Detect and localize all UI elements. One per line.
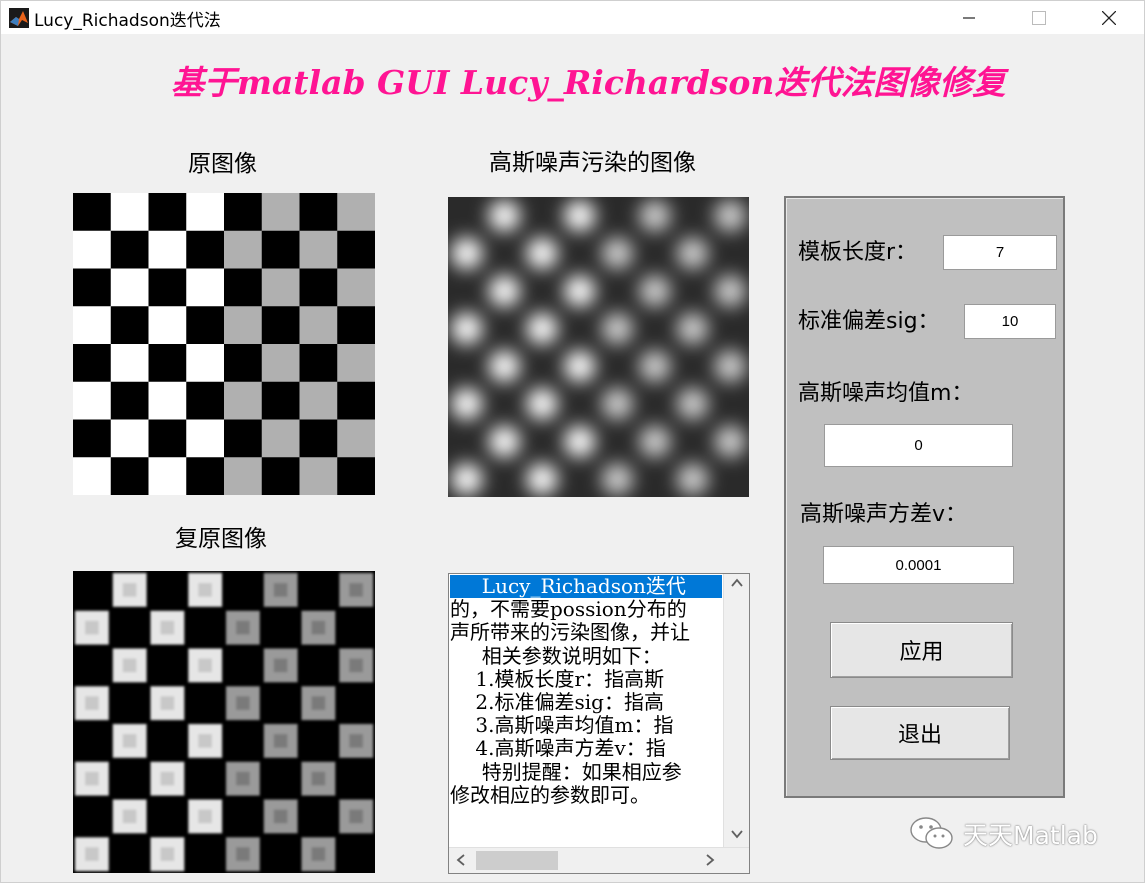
horizontal-scrollbar[interactable] [449, 847, 749, 873]
matlab-logo-icon [9, 8, 29, 28]
scroll-left-icon[interactable] [456, 854, 466, 870]
chevron-down-icon [731, 830, 743, 839]
listbox-line[interactable]: 4.高斯噪声方差v：指 [450, 737, 722, 760]
noise-var-input[interactable]: 0.0001 [823, 546, 1014, 584]
maximize-icon [1032, 10, 1046, 25]
listbox-line[interactable]: 3.高斯噪声均值m：指 [450, 713, 722, 737]
listbox-content: Lucy_Richadson迭代 的，不需要possion分布的 声所带来的污染图像… [450, 575, 722, 847]
exit-button[interactable]: 退出 [830, 706, 1010, 760]
close-button[interactable] [1086, 1, 1132, 34]
listbox-line[interactable]: 2.标准偏差sig：指高 [450, 690, 722, 714]
scroll-right-icon[interactable] [705, 854, 715, 870]
template-length-label: 模板长度r： [798, 240, 918, 265]
scroll-up-icon[interactable] [731, 576, 743, 592]
noisy-image-label: 高斯噪声污染的图像 [489, 150, 696, 176]
noisy-image [448, 197, 749, 497]
vertical-scrollbar[interactable] [723, 574, 749, 849]
noise-var-label: 高斯噪声方差v： [800, 502, 968, 527]
scroll-down-icon[interactable] [731, 827, 743, 843]
apply-button[interactable]: 应用 [830, 622, 1013, 678]
app-window: Lucy_Richadson迭代法 基于matlab GUI Lucy_Rich… [0, 0, 1145, 883]
title-bar: Lucy_Richadson迭代法 [1, 1, 1144, 34]
listbox-line[interactable]: 声所带来的污染图像，并让 [450, 621, 722, 644]
original-image [73, 193, 375, 495]
original-image-label: 原图像 [188, 151, 257, 177]
listbox-line[interactable]: 相关参数说明如下： [450, 644, 722, 668]
maximize-button[interactable] [1016, 1, 1062, 34]
listbox-line[interactable]: Lucy_Richadson迭代 [450, 575, 722, 599]
wechat-icon [910, 817, 953, 849]
std-dev-input[interactable]: 10 [964, 304, 1056, 339]
chevron-right-icon [706, 854, 715, 866]
watermark: 天天Matlab [909, 816, 1098, 852]
horizontal-scroll-thumb[interactable] [476, 851, 558, 870]
noise-mean-label: 高斯噪声均值m： [798, 381, 974, 406]
restored-image [73, 571, 375, 873]
listbox-line[interactable]: 特别提醒：如果相应参 [450, 760, 722, 784]
std-dev-label: 标准偏差sig： [798, 309, 940, 334]
close-icon [1102, 10, 1116, 25]
chevron-up-icon [731, 578, 743, 587]
page-title: 基于matlab GUI Lucy_Richardson迭代法图像修复 [171, 63, 1006, 102]
noise-mean-input[interactable]: 0 [824, 424, 1013, 467]
parameter-panel: 模板长度r： 7 标准偏差sig： 10 高斯噪声均值m： 0 高斯噪声方差v：… [784, 196, 1065, 798]
listbox-line[interactable]: 的，不需要possion分布的 [450, 597, 722, 621]
info-listbox[interactable]: Lucy_Richadson迭代 的，不需要possion分布的 声所带来的污染图像… [448, 573, 750, 874]
listbox-line[interactable]: 1.模板长度r：指高斯 [450, 667, 722, 691]
watermark-text: 天天Matlab [963, 821, 1098, 850]
minimize-icon [963, 16, 975, 19]
restored-image-label: 复原图像 [175, 526, 267, 552]
chevron-left-icon [456, 854, 465, 866]
minimize-button[interactable] [946, 1, 992, 34]
listbox-line[interactable]: 修改相应的参数即可。 [450, 783, 722, 807]
window-title: Lucy_Richadson迭代法 [34, 11, 221, 31]
template-length-input[interactable]: 7 [943, 235, 1057, 270]
